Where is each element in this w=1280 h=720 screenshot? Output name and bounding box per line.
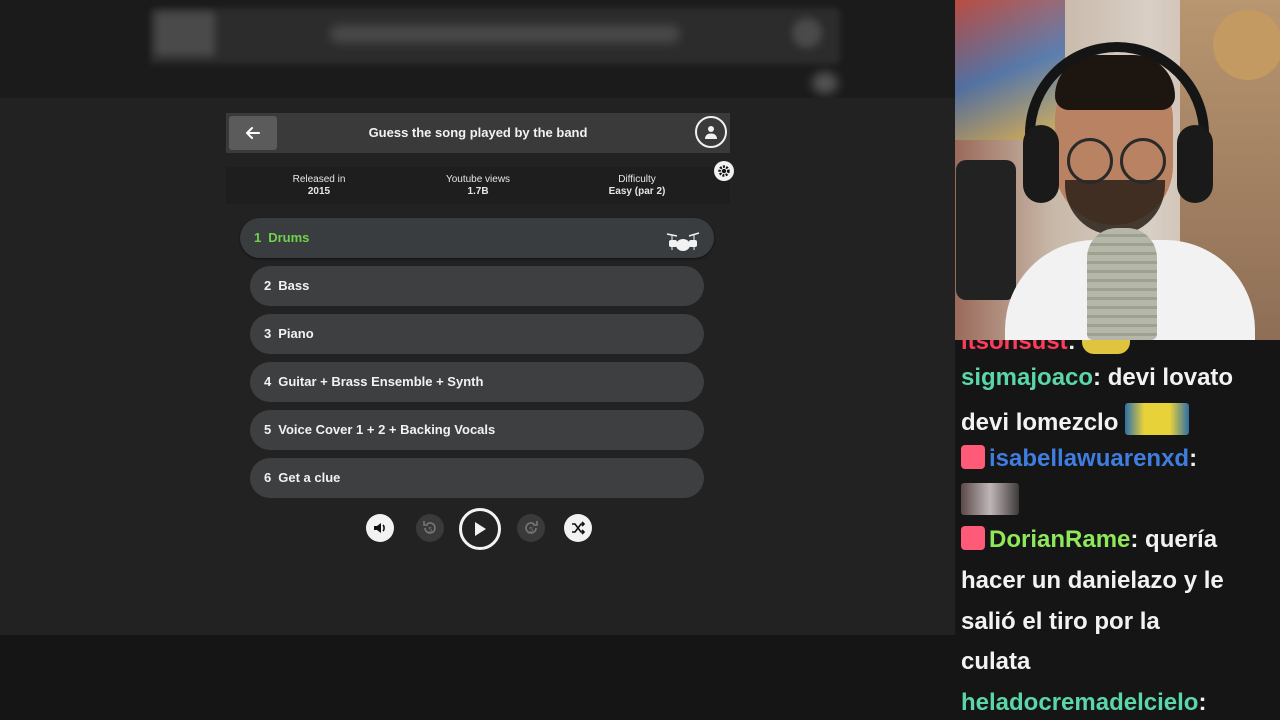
blurred-back-button (155, 12, 215, 56)
shuffle-icon (572, 521, 586, 535)
shuffle-button[interactable] (564, 514, 592, 542)
track-item-4[interactable]: 4 Guitar + Brass Ensemble + Synth (250, 362, 704, 402)
photo-emote-icon (961, 483, 1019, 515)
chat-message: heladocremadelcielo: (961, 689, 1207, 716)
track-item-5[interactable]: 5 Voice Cover 1 + 2 + Backing Vocals (250, 410, 704, 450)
song-info-bar: Released in 2015 Youtube views 1.7B Diff… (226, 167, 730, 204)
game-top-bar: Guess the song played by the band (226, 113, 730, 153)
chat-message: isabellawuarenxd: (961, 443, 1197, 475)
track-number: 2 (264, 278, 272, 293)
chat-username: heladocremadelcielo (961, 689, 1199, 716)
track-item-3[interactable]: 3 Piano (250, 314, 704, 354)
svg-text:5: 5 (529, 526, 533, 534)
chat-username: sigmajoaco (961, 364, 1094, 391)
blurred-header (0, 0, 955, 100)
svg-text:5: 5 (428, 526, 432, 534)
play-icon (475, 522, 486, 536)
track-label: Voice Cover 1 + 2 + Backing Vocals (278, 422, 496, 437)
drum-kit-icon (666, 228, 700, 268)
blurred-title (330, 25, 680, 43)
gear-icon (718, 165, 730, 177)
chat-message-continued: devi lomezclo (961, 403, 1190, 439)
back-button[interactable] (229, 116, 277, 150)
chair (956, 160, 1016, 300)
minion-emote-icon (1125, 403, 1190, 435)
track-item-1[interactable]: 1 Drums (240, 218, 714, 258)
forward-button[interactable]: 5 (517, 514, 545, 542)
page-title: Guess the song played by the band (368, 125, 588, 140)
chat-text: salió el tiro por la (961, 608, 1160, 635)
track-number: 6 (264, 470, 272, 485)
headphone-ear-left (1023, 125, 1059, 203)
info-views: Youtube views 1.7B (408, 174, 548, 198)
volume-icon (374, 523, 385, 533)
arrow-left-icon (246, 127, 260, 139)
chat-message-continued: hacer un danielazo y le (961, 565, 1224, 597)
webcam-feed (955, 0, 1280, 340)
chat-username: itsonsust (961, 340, 1068, 355)
track-number: 5 (264, 422, 272, 437)
chat-message: sigmajoaco: devi lovato (961, 364, 1234, 391)
blurred-dot (812, 72, 838, 94)
chat-message-continued: culata (961, 646, 1030, 678)
info-difficulty: Difficulty Easy (par 2) (567, 174, 707, 198)
track-label: Guitar + Brass Ensemble + Synth (278, 374, 484, 389)
chat-text: quería (1145, 526, 1218, 553)
info-value: 2015 (307, 186, 331, 197)
chat-message: DorianRame: quería (961, 524, 1217, 556)
chat-text: devi lomezclo (961, 409, 1119, 436)
chat-message-continued (961, 483, 1019, 519)
track-label: Piano (278, 326, 314, 341)
blurred-profile-icon (792, 18, 822, 48)
rewind-5-icon: 5 (423, 521, 436, 534)
get-a-clue-button[interactable]: 6 Get a clue (250, 458, 704, 498)
chat-text: culata (961, 648, 1031, 675)
chat-text: devi lovato (1107, 364, 1234, 391)
info-released: Released in 2015 (249, 174, 389, 198)
info-label: Difficulty (618, 174, 656, 185)
track-label: Bass (278, 278, 310, 293)
chat-message: itsonsust: (961, 340, 1131, 358)
info-label: Released in (292, 174, 346, 185)
headphone-ear-right (1177, 125, 1213, 203)
chat-message-continued: salió el tiro por la (961, 606, 1160, 638)
volume-button[interactable] (366, 514, 394, 542)
hat (1213, 10, 1280, 80)
track-label: Get a clue (278, 470, 341, 485)
microphone (1087, 228, 1157, 340)
rewind-button[interactable]: 5 (416, 514, 444, 542)
chat-panel: itsonsust: sigmajoaco: devi lovato devi … (955, 340, 1280, 720)
bottom-area (0, 635, 955, 720)
info-value: Easy (par 2) (608, 186, 666, 197)
chat-text: hacer un danielazo y le (961, 567, 1224, 594)
info-value: 1.7B (467, 186, 489, 197)
rocket-badge-icon (961, 526, 985, 550)
track-number: 4 (264, 374, 272, 389)
chat-username: isabellawuarenxd (989, 445, 1190, 472)
info-label: Youtube views (445, 174, 511, 185)
emote-icon (1082, 340, 1131, 354)
rocket-badge-icon (961, 445, 985, 469)
user-icon (705, 126, 717, 139)
play-button[interactable] (459, 508, 501, 550)
track-number: 3 (264, 326, 272, 341)
track-item-2[interactable]: 2 Bass (250, 266, 704, 306)
chat-username: DorianRame (989, 526, 1131, 553)
track-label: Drums (268, 230, 310, 245)
profile-button[interactable] (695, 116, 727, 148)
track-number: 1 (254, 230, 262, 245)
settings-button[interactable] (714, 161, 734, 181)
forward-5-icon: 5 (525, 521, 538, 534)
